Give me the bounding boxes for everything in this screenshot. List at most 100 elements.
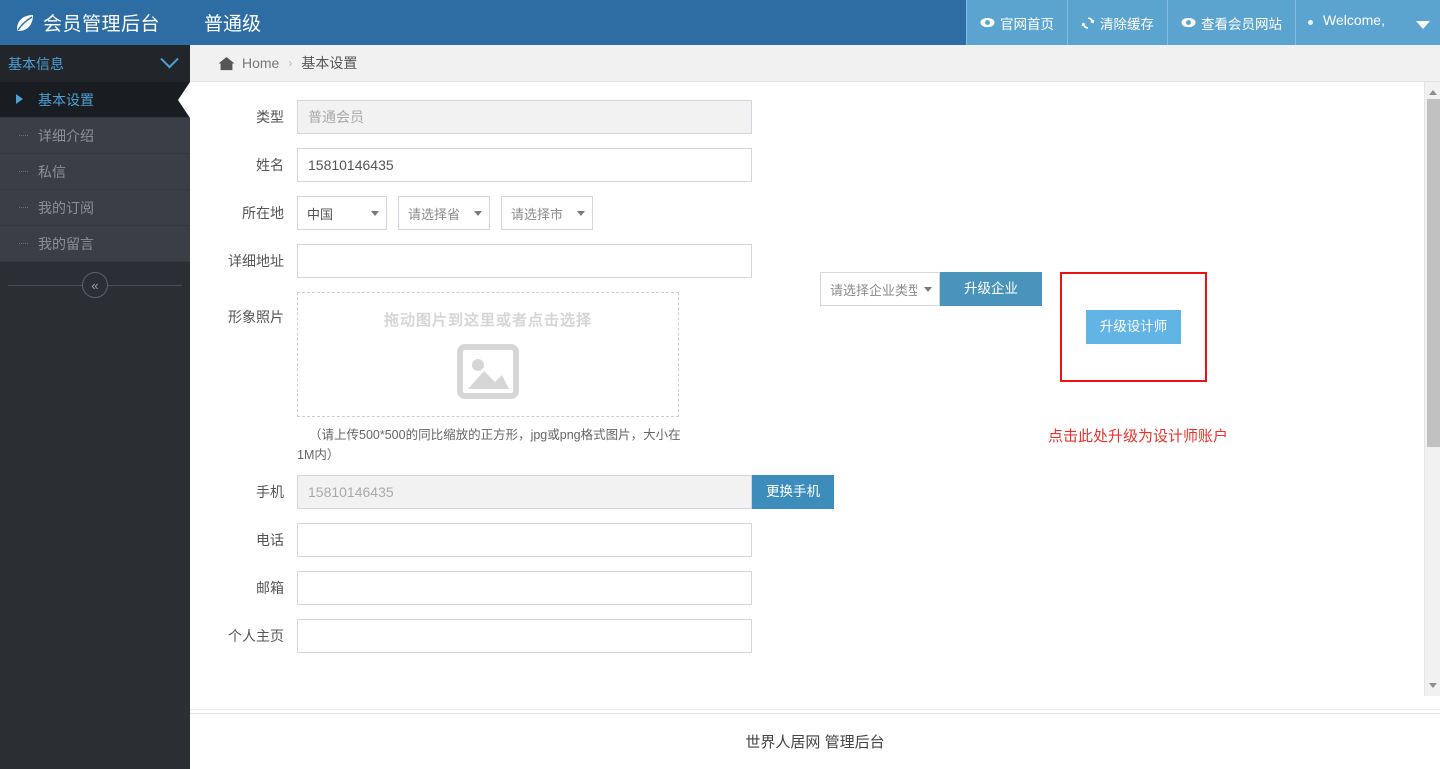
sidebar-list: 基本设置 详细介绍 私信 我的订阅 我的留言 xyxy=(0,82,190,262)
form-row-type: 类型 xyxy=(190,100,1440,134)
province-select-value: 请选择省 xyxy=(408,206,461,222)
sidebar-item-basic-settings[interactable]: 基本设置 xyxy=(0,82,190,118)
upgrade-designer-button[interactable]: 升级设计师 xyxy=(1086,310,1181,344)
nav-item-clear-cache[interactable]: 清除缓存 xyxy=(1067,0,1167,45)
sidebar-item-label: 基本设置 xyxy=(38,91,94,108)
photo-label: 形象照片 xyxy=(228,309,284,325)
nav-item-official-site[interactable]: 官网首页 xyxy=(966,0,1067,45)
mobile-control: 更换手机 xyxy=(297,475,834,509)
caret-right-icon xyxy=(16,94,23,104)
tree-dash-icon xyxy=(19,243,28,244)
nav-item-label: 官网首页 xyxy=(1000,16,1054,32)
sidebar-item-label: 详细介绍 xyxy=(38,127,94,144)
photo-upload-hint: （请上传500*500的同比缩放的正方形，jpg或png格式图片，大小在1M内） xyxy=(297,428,681,462)
address-input[interactable] xyxy=(297,244,752,278)
welcome-label: Welcome, xyxy=(1323,11,1385,28)
eye-icon xyxy=(1181,17,1196,28)
basic-settings-form: 类型 姓名 所在地 中国 xyxy=(190,82,1440,653)
leaf-icon xyxy=(14,12,36,34)
homepage-control xyxy=(297,619,752,653)
enterprise-upgrade-group: 请选择企业类型 升级企业 xyxy=(820,272,1042,306)
sidebar-item-private-message[interactable]: 私信 xyxy=(0,154,190,190)
sidebar-item-label: 我的留言 xyxy=(38,235,94,252)
nav-item-view-member-site[interactable]: 查看会员网站 xyxy=(1167,0,1295,45)
country-select[interactable]: 中国 xyxy=(297,196,387,230)
content-scrollbar[interactable] xyxy=(1424,82,1440,696)
caret-down-icon xyxy=(1416,20,1430,29)
name-label: 姓名 xyxy=(256,157,284,173)
sidebar-item-my-comments[interactable]: 我的留言 xyxy=(0,226,190,262)
nav-item-label: 查看会员网站 xyxy=(1201,16,1282,32)
user-menu[interactable]: Welcome, xyxy=(1295,0,1440,45)
form-row-address: 详细地址 xyxy=(190,244,1440,278)
breadcrumb-current: 基本设置 xyxy=(301,55,358,71)
photo-dropzone[interactable]: 拖动图片到这里或者点击选择 xyxy=(297,292,679,417)
form-row-telephone: 电话 xyxy=(190,523,1440,557)
scroll-down-icon[interactable] xyxy=(1429,683,1437,688)
footer-text: 世界人居网 管理后台 xyxy=(745,734,885,751)
chevron-down-icon xyxy=(924,287,932,292)
form-row-email: 邮箱 xyxy=(190,571,1440,605)
sidebar-collapse-row: « xyxy=(0,262,190,308)
breadcrumb: Home › 基本设置 xyxy=(190,45,1440,82)
form-row-location: 所在地 中国 请选择省 请选择市 xyxy=(190,196,1440,230)
avatar xyxy=(1308,20,1313,25)
city-select[interactable]: 请选择市 xyxy=(501,196,593,230)
province-select[interactable]: 请选择省 xyxy=(398,196,490,230)
sidebar: 基本信息 基本设置 详细介绍 私信 我的订阅 我的留言 « xyxy=(0,45,190,769)
chevron-down-icon xyxy=(577,211,585,216)
chevron-down-icon xyxy=(371,211,379,216)
scrollbar-thumb[interactable] xyxy=(1427,99,1440,447)
tree-dash-icon xyxy=(19,207,28,208)
sidebar-group-basic-info[interactable]: 基本信息 xyxy=(0,45,190,82)
collapse-sidebar-button[interactable]: « xyxy=(82,272,108,298)
upgrade-annotation: 点击此处升级为设计师账户 xyxy=(1048,428,1229,445)
change-mobile-button[interactable]: 更换手机 xyxy=(752,475,834,509)
app-root: 会员管理后台 普通级 官网首页 清除缓存 查看会员网站 Welcome, 基本信… xyxy=(0,0,1440,769)
content-area: Home › 基本设置 类型 姓名 xyxy=(190,45,1440,769)
email-label: 邮箱 xyxy=(256,580,284,596)
image-placeholder-icon xyxy=(457,344,519,404)
designer-upgrade-highlight: 升级设计师 xyxy=(1060,272,1207,382)
chevron-down-icon xyxy=(474,211,482,216)
eye-icon xyxy=(980,17,995,28)
form-row-mobile: 手机 更换手机 xyxy=(190,475,1440,509)
footer-divider xyxy=(190,709,1440,710)
form-row-name: 姓名 xyxy=(190,148,1440,182)
mobile-label: 手机 xyxy=(256,484,284,500)
sidebar-group-label: 基本信息 xyxy=(8,55,64,72)
homepage-input[interactable] xyxy=(297,619,752,653)
mobile-input xyxy=(297,475,752,509)
nav-item-label: 清除缓存 xyxy=(1100,16,1154,32)
country-select-value: 中国 xyxy=(307,206,334,222)
type-input xyxy=(297,100,752,134)
sidebar-item-label: 私信 xyxy=(38,163,66,180)
tree-dash-icon xyxy=(19,171,28,172)
home-icon xyxy=(218,56,235,71)
breadcrumb-home[interactable]: Home xyxy=(242,55,279,71)
sidebar-item-my-subscriptions[interactable]: 我的订阅 xyxy=(0,190,190,226)
telephone-input[interactable] xyxy=(297,523,752,557)
name-input[interactable] xyxy=(297,148,752,182)
business-type-select[interactable]: 请选择企业类型 xyxy=(820,272,940,306)
telephone-control xyxy=(297,523,752,557)
email-input[interactable] xyxy=(297,571,752,605)
address-label: 详细地址 xyxy=(228,253,284,269)
photo-control: 拖动图片到这里或者点击选择 （请上传500*500的同比缩放的正方形，jpg或p… xyxy=(297,292,697,465)
form-row-homepage: 个人主页 xyxy=(190,619,1440,653)
scroll-up-icon[interactable] xyxy=(1429,90,1437,95)
location-control: 中国 请选择省 请选择市 xyxy=(297,196,604,230)
sidebar-item-detail-intro[interactable]: 详细介绍 xyxy=(0,118,190,154)
upgrade-enterprise-button[interactable]: 升级企业 xyxy=(940,272,1042,306)
navbar-spacer xyxy=(279,0,966,45)
upgrade-cluster: 请选择企业类型 升级企业 升级设计师 xyxy=(820,272,1207,382)
brand-block[interactable]: 会员管理后台 xyxy=(0,0,190,45)
breadcrumb-separator: › xyxy=(288,56,293,70)
email-control xyxy=(297,571,752,605)
refresh-icon xyxy=(1081,16,1095,30)
form-scroll-container: 类型 姓名 所在地 中国 xyxy=(190,82,1440,696)
sidebar-item-label: 我的订阅 xyxy=(38,199,94,216)
business-type-select-value: 请选择企业类型 xyxy=(830,282,917,298)
homepage-label: 个人主页 xyxy=(228,628,284,644)
address-control xyxy=(297,244,752,278)
